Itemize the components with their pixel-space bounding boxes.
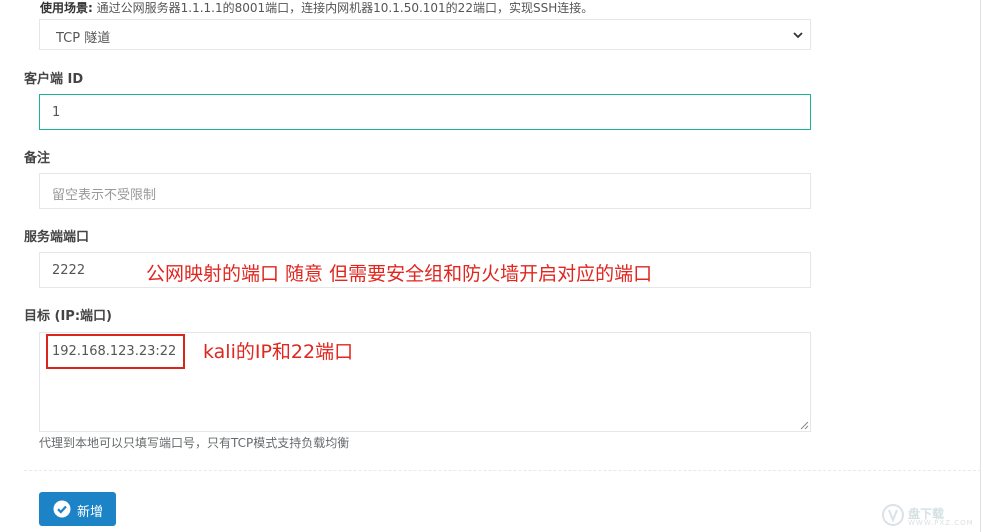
check-circle-icon (53, 500, 71, 518)
remark-placeholder: 留空表示不受限制 (52, 188, 157, 203)
add-button[interactable]: 新增 (39, 492, 116, 526)
watermark: 盘下载 WWW.PXZ.COM (880, 502, 976, 530)
usage-hint-label: 使用场景: (40, 1, 93, 15)
remark-input[interactable]: 留空表示不受限制 (39, 173, 811, 209)
client-id-input[interactable]: 1 (39, 94, 811, 130)
form-divider (24, 470, 981, 471)
target-annotation: kali的IP和22端口 (203, 341, 354, 363)
client-id-value: 1 (52, 105, 61, 120)
server-port-label: 服务端端口 (24, 230, 90, 245)
client-id-label: 客户端 ID (24, 72, 84, 87)
remark-label: 备注 (24, 151, 51, 166)
server-port-value: 2222 (52, 263, 86, 278)
resize-handle-icon[interactable] (799, 420, 809, 430)
target-label: 目标 (IP:端口) (24, 309, 112, 324)
watermark-logo-icon (882, 504, 904, 526)
add-button-label: 新增 (77, 505, 104, 520)
server-port-annotation: 公网映射的端口 随意 但需要安全组和防火墙开启对应的端口 (146, 263, 653, 285)
watermark-subtext: WWW.PXZ.COM (908, 519, 974, 527)
chevron-down-icon (793, 32, 803, 39)
target-help-text: 代理到本地可以只填写端口号，只有TCP模式支持负载均衡 (39, 436, 350, 450)
usage-hint-text: 通过公网服务器1.1.1.1的8001端口，连接内网机器10.1.50.101的… (96, 1, 594, 15)
tunnel-type-select[interactable]: TCP 隧道 (39, 19, 811, 50)
tunnel-type-value: TCP 隧道 (56, 31, 111, 46)
usage-hint: 使用场景: 通过公网服务器1.1.1.1的8001端口，连接内网机器10.1.5… (40, 0, 593, 16)
target-highlight-box (46, 334, 185, 369)
